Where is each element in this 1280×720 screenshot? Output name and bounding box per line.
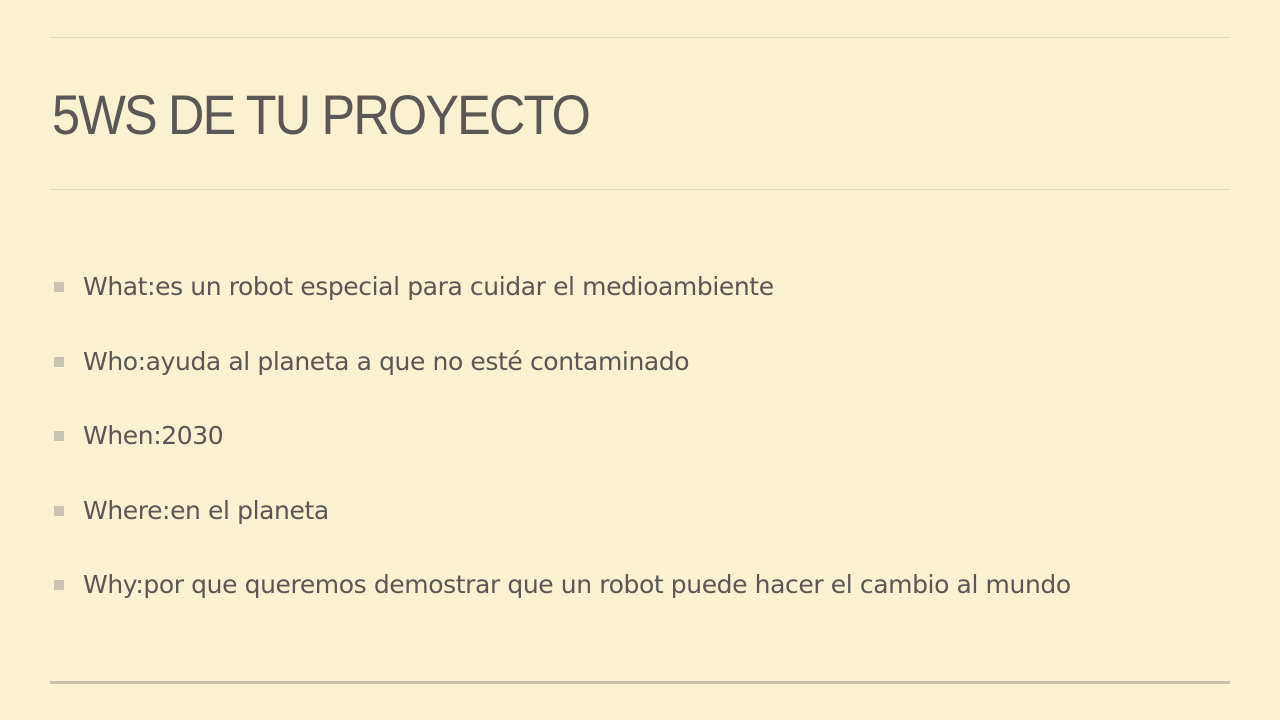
bullet-item-when: When:2030 [52, 411, 1232, 486]
square-bullet-icon [54, 282, 64, 292]
bullet-text: Why:por que queremos demostrar que un ro… [83, 570, 1071, 599]
bullet-text: Where:en el planeta [83, 495, 329, 525]
slide: 5WS DE TU PROYECTO What:es un robot espe… [0, 0, 1280, 720]
top-divider [50, 37, 1230, 38]
square-bullet-icon [54, 431, 64, 441]
square-bullet-icon [54, 505, 64, 516]
bullet-text: What:es un robot especial para cuidar el… [83, 272, 774, 301]
bottom-divider [50, 681, 1230, 684]
square-bullet-icon [54, 580, 64, 590]
bullet-item-why: Why:por que queremos demostrar que un ro… [52, 560, 1232, 635]
title-divider [50, 189, 1230, 190]
bullet-list: What:es un robot especial para cuidar el… [52, 262, 1232, 635]
square-bullet-icon [54, 356, 64, 367]
bullet-item-where: Where:en el planeta [52, 486, 1232, 561]
bullet-text: Who:ayuda al planeta a que no esté conta… [83, 346, 690, 376]
slide-title: 5WS DE TU PROYECTO [52, 83, 591, 146]
bullet-item-what: What:es un robot especial para cuidar el… [52, 262, 1232, 337]
bullet-text: When:2030 [83, 421, 224, 450]
bullet-item-who: Who:ayuda al planeta a que no esté conta… [52, 337, 1232, 412]
